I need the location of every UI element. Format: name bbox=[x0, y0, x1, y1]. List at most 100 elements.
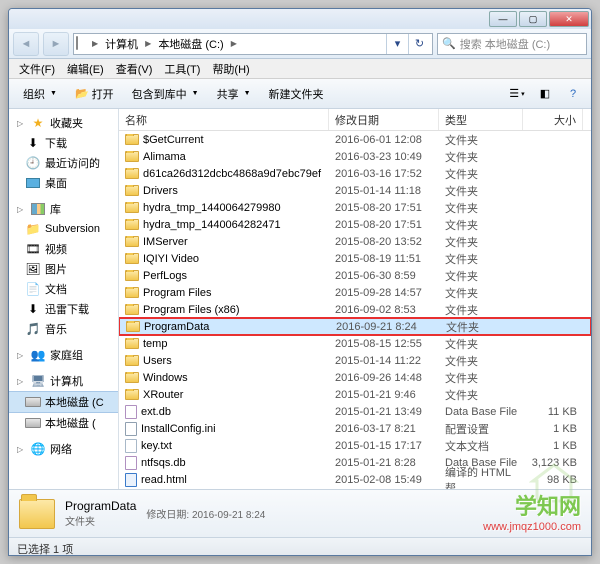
file-name: Users bbox=[143, 355, 172, 367]
chevron-right-icon[interactable]: ▶ bbox=[229, 39, 239, 48]
file-date: 2015-08-20 13:52 bbox=[329, 236, 439, 248]
share-button[interactable]: 共享▼ bbox=[209, 83, 259, 105]
col-name[interactable]: 名称 bbox=[119, 109, 329, 130]
sidebar-network[interactable]: ▷🌐网络 bbox=[9, 439, 118, 459]
table-row[interactable]: IMServer2015-08-20 13:52文件夹 bbox=[119, 233, 591, 250]
menu-view[interactable]: 查看(V) bbox=[110, 59, 159, 79]
forward-button[interactable]: ► bbox=[43, 32, 69, 56]
sidebar-item[interactable]: ⬇迅雷下载 bbox=[9, 299, 118, 319]
file-date: 2015-08-20 17:51 bbox=[329, 219, 439, 231]
table-row[interactable]: ProgramData2016-09-21 8:24文件夹 bbox=[119, 318, 591, 335]
sidebar-item[interactable]: 🖼图片 bbox=[9, 259, 118, 279]
documents-icon: 📄 bbox=[25, 281, 41, 297]
back-button[interactable]: ◄ bbox=[13, 32, 39, 56]
sidebar-item[interactable]: 🎵音乐 bbox=[9, 319, 118, 339]
col-size[interactable]: 大小 bbox=[523, 109, 583, 130]
dropdown-icon[interactable]: ▾ bbox=[386, 34, 408, 54]
new-folder-button[interactable]: 新建文件夹 bbox=[261, 83, 332, 105]
file-type: 文件夹 bbox=[439, 268, 523, 284]
folder-icon bbox=[125, 338, 139, 349]
file-date: 2015-01-14 11:22 bbox=[329, 355, 439, 367]
breadcrumb[interactable]: 本地磁盘 (C:) bbox=[153, 34, 228, 54]
sidebar-favorites[interactable]: ▷★收藏夹 bbox=[9, 113, 118, 133]
view-options-icon[interactable]: ☰▾ bbox=[505, 83, 529, 105]
table-row[interactable]: PerfLogs2015-06-30 8:59文件夹 bbox=[119, 267, 591, 284]
table-row[interactable]: Program Files2015-09-28 14:57文件夹 bbox=[119, 284, 591, 301]
col-type[interactable]: 类型 bbox=[439, 109, 523, 130]
table-row[interactable]: XRouter2015-01-21 9:46文件夹 bbox=[119, 386, 591, 403]
file-name: ntfsqs.db bbox=[141, 457, 186, 469]
table-row[interactable]: key.txt2015-01-15 17:17文本文档1 KB bbox=[119, 437, 591, 454]
table-row[interactable]: ext.db2015-01-21 13:49Data Base File11 K… bbox=[119, 403, 591, 420]
table-row[interactable]: IQIYI Video2015-08-19 11:51文件夹 bbox=[119, 250, 591, 267]
file-name: read.html bbox=[141, 474, 187, 486]
drive-icon bbox=[76, 37, 90, 51]
sidebar-item[interactable]: 🎞视频 bbox=[9, 239, 118, 259]
file-name: Drivers bbox=[143, 185, 178, 197]
sidebar-item[interactable]: 📄文档 bbox=[9, 279, 118, 299]
sidebar-item[interactable]: 📁Subversion bbox=[9, 219, 118, 239]
table-row[interactable]: temp2015-08-15 12:55文件夹 bbox=[119, 335, 591, 352]
sidebar-libraries[interactable]: ▷库 bbox=[9, 199, 118, 219]
sidebar-homegroup[interactable]: ▷👥家庭组 bbox=[9, 345, 118, 365]
table-row[interactable]: hydra_tmp_14400642824712015-08-20 17:51文… bbox=[119, 216, 591, 233]
folder-icon bbox=[125, 372, 139, 383]
file-list[interactable]: 名称 修改日期 类型 大小 $GetCurrent2016-06-01 12:0… bbox=[119, 109, 591, 489]
table-row[interactable]: hydra_tmp_14400642799802015-08-20 17:51文… bbox=[119, 199, 591, 216]
search-icon: 🔍 bbox=[442, 37, 456, 50]
table-row[interactable]: InstallConfig.ini2016-03-17 8:21配置设置1 KB bbox=[119, 420, 591, 437]
file-type: 文件夹 bbox=[439, 132, 523, 148]
sidebar-computer[interactable]: ▷🖥计算机 bbox=[9, 371, 118, 391]
sidebar-item-desktop[interactable]: 桌面 bbox=[9, 173, 118, 193]
sidebar-drive-c[interactable]: 本地磁盘 (C bbox=[9, 391, 118, 413]
menu-tools[interactable]: 工具(T) bbox=[158, 59, 206, 79]
open-button[interactable]: 📂打开 bbox=[67, 83, 122, 105]
sidebar-item-downloads[interactable]: ⬇下载 bbox=[9, 133, 118, 153]
table-row[interactable]: Drivers2015-01-14 11:18文件夹 bbox=[119, 182, 591, 199]
file-name: d61ca26d312dcbc4868a9d7ebc79ef bbox=[143, 168, 321, 180]
file-name: temp bbox=[143, 338, 167, 350]
chevron-right-icon[interactable]: ▶ bbox=[143, 39, 153, 48]
col-date[interactable]: 修改日期 bbox=[329, 109, 439, 130]
file-name: InstallConfig.ini bbox=[141, 423, 216, 435]
organize-button[interactable]: 组织▼ bbox=[15, 83, 65, 105]
search-input[interactable]: 🔍 搜索 本地磁盘 (C:) bbox=[437, 33, 587, 55]
refresh-icon[interactable]: ↻ bbox=[408, 34, 430, 54]
table-row[interactable]: Program Files (x86)2016-09-02 8:53文件夹 bbox=[119, 301, 591, 318]
minimize-button[interactable]: — bbox=[489, 11, 517, 27]
table-row[interactable]: read.html2015-02-08 15:49编译的 HTML 帮..98 … bbox=[119, 471, 591, 488]
table-row[interactable]: Windows2016-09-26 14:48文件夹 bbox=[119, 369, 591, 386]
sidebar-item-recent[interactable]: 🕘最近访问的 bbox=[9, 153, 118, 173]
close-button[interactable]: ✕ bbox=[549, 11, 589, 27]
menu-bar: 文件(F) 编辑(E) 查看(V) 工具(T) 帮助(H) bbox=[9, 59, 591, 79]
file-name: Program Files (x86) bbox=[143, 304, 240, 316]
help-icon[interactable]: ? bbox=[561, 83, 585, 105]
include-button[interactable]: 包含到库中▼ bbox=[124, 83, 207, 105]
address-bar[interactable]: ▶ 计算机 ▶ 本地磁盘 (C:) ▶ ▾ ↻ bbox=[73, 33, 433, 55]
menu-edit[interactable]: 编辑(E) bbox=[61, 59, 110, 79]
table-row[interactable]: Users2015-01-14 11:22文件夹 bbox=[119, 352, 591, 369]
menu-file[interactable]: 文件(F) bbox=[13, 59, 61, 79]
file-size: 1 KB bbox=[523, 440, 583, 452]
file-date: 2015-08-15 12:55 bbox=[329, 338, 439, 350]
sidebar-drive[interactable]: 本地磁盘 ( bbox=[9, 413, 118, 433]
file-type: 文件夹 bbox=[439, 251, 523, 267]
maximize-button[interactable]: ▢ bbox=[519, 11, 547, 27]
folder-icon bbox=[125, 236, 139, 247]
breadcrumb[interactable]: 计算机 bbox=[100, 34, 143, 54]
file-type: 文件夹 bbox=[439, 387, 523, 403]
file-name: IMServer bbox=[143, 236, 188, 248]
column-headers: 名称 修改日期 类型 大小 bbox=[119, 109, 591, 131]
file-icon bbox=[125, 473, 137, 487]
preview-pane-icon[interactable]: ◧ bbox=[533, 83, 557, 105]
table-row[interactable]: d61ca26d312dcbc4868a9d7ebc79ef2016-03-16… bbox=[119, 165, 591, 182]
sidebar[interactable]: ▷★收藏夹 ⬇下载 🕘最近访问的 桌面 ▷库 📁Subversion 🎞视频 🖼… bbox=[9, 109, 119, 489]
file-type: 文件夹 bbox=[439, 183, 523, 199]
table-row[interactable]: $GetCurrent2016-06-01 12:08文件夹 bbox=[119, 131, 591, 148]
download-icon: ⬇ bbox=[25, 301, 41, 317]
menu-help[interactable]: 帮助(H) bbox=[206, 59, 255, 79]
video-icon: 🎞 bbox=[25, 241, 41, 257]
table-row[interactable]: Alimama2016-03-23 10:49文件夹 bbox=[119, 148, 591, 165]
file-type: 文件夹 bbox=[439, 149, 523, 165]
chevron-right-icon[interactable]: ▶ bbox=[90, 39, 100, 48]
